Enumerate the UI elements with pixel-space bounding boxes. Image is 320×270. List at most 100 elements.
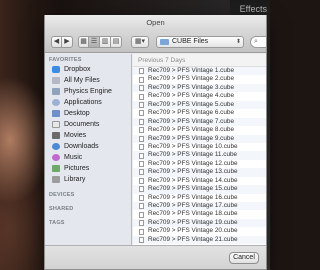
cube-file-icon xyxy=(139,228,144,235)
file-row[interactable]: Rec709 > PFS Vintage 1.cube xyxy=(133,67,266,76)
file-row[interactable]: Rec709 > PFS Vintage 7.cube xyxy=(133,117,266,127)
file-row[interactable]: Rec709 > PFS Vintage 10.cube xyxy=(133,143,266,151)
cancel-button[interactable]: Cancel xyxy=(229,252,259,264)
effects-panel-label: Effects xyxy=(239,4,267,14)
devices-header[interactable]: DEVICES xyxy=(45,189,131,199)
file-name: Rec709 > PFS Vintage 14.cube xyxy=(148,176,238,184)
cube-file-icon xyxy=(139,211,144,218)
file-row[interactable]: Rec709 > PFS Vintage 15.cube xyxy=(133,185,266,194)
cube-file-icon xyxy=(139,220,144,227)
folder-icon xyxy=(52,88,60,95)
cube-file-icon xyxy=(139,85,144,92)
sidebar-item-downloads[interactable]: Downloads xyxy=(45,141,131,152)
location-popup[interactable]: CUBE Files ⬍ xyxy=(156,36,244,48)
icon-view-button[interactable]: ▦ xyxy=(78,36,89,48)
dialog-bottom-bar: Cancel xyxy=(45,245,266,269)
cube-file-icon xyxy=(139,93,144,100)
file-row[interactable]: Rec709 > PFS Vintage 9.cube xyxy=(133,134,266,143)
sidebar-item-all-my-files[interactable]: All My Files xyxy=(45,75,131,86)
cube-file-icon xyxy=(139,186,144,193)
sidebar-item-applications[interactable]: Applications xyxy=(45,97,131,108)
movies-icon xyxy=(52,132,60,139)
sidebar-item-pictures[interactable]: Pictures xyxy=(45,163,131,174)
back-button[interactable]: ◀ xyxy=(51,36,62,48)
file-row[interactable]: Rec709 > PFS Vintage 14.cube xyxy=(133,176,266,185)
sidebar-item-label: Pictures xyxy=(64,165,90,172)
dropbox-icon xyxy=(52,66,60,73)
file-name: Rec709 > PFS Vintage 3.cube xyxy=(148,83,235,91)
cube-file-icon xyxy=(139,101,144,108)
cube-file-icon xyxy=(139,236,144,243)
shared-header[interactable]: SHARED xyxy=(45,203,131,213)
library-icon xyxy=(52,176,60,183)
sidebar-item-label: Downloads xyxy=(64,143,99,150)
file-row[interactable]: Rec709 > PFS Vintage 11.cube xyxy=(133,151,266,160)
sidebar-item-label: Documents xyxy=(64,121,100,128)
file-name: Rec709 > PFS Vintage 13.cube xyxy=(148,168,238,176)
arrange-button[interactable]: ▦▾ xyxy=(131,36,149,48)
sidebar-item-label: Movies xyxy=(64,132,87,139)
file-name: Rec709 > PFS Vintage 6.cube xyxy=(148,109,235,117)
all-files-icon xyxy=(52,77,60,84)
file-row[interactable]: Rec709 > PFS Vintage 21.cube xyxy=(133,235,266,245)
location-label: CUBE Files xyxy=(172,38,209,45)
file-row[interactable]: Rec709 > PFS Vintage 4.cube xyxy=(133,92,266,100)
file-row[interactable]: Rec709 > PFS Vintage 5.cube xyxy=(133,100,266,110)
sidebar-item-desktop[interactable]: Desktop xyxy=(45,108,131,119)
file-name: Rec709 > PFS Vintage 7.cube xyxy=(148,117,235,125)
file-row[interactable]: Rec709 > PFS Vintage 6.cube xyxy=(133,109,266,117)
sidebar-item-label: Dropbox xyxy=(64,66,91,73)
sidebar-item-dropbox[interactable]: Dropbox xyxy=(45,64,131,75)
sidebar-item-label: Library xyxy=(64,176,86,183)
applications-icon xyxy=(52,99,60,106)
dialog-title: Open xyxy=(45,15,266,31)
cube-file-icon xyxy=(139,152,144,159)
file-name: Rec709 > PFS Vintage 5.cube xyxy=(148,100,235,108)
cube-file-icon xyxy=(139,169,144,176)
file-name: Rec709 > PFS Vintage 2.cube xyxy=(148,75,235,83)
file-row[interactable]: Rec709 > PFS Vintage 17.cube xyxy=(133,202,266,211)
sidebar-item-music[interactable]: Music xyxy=(45,152,131,163)
cube-file-icon xyxy=(139,144,144,151)
search-field[interactable]: ⌕ xyxy=(250,36,266,48)
list-view-button[interactable]: ☰ xyxy=(89,36,100,48)
sidebar-item-physics-engine[interactable]: Physics Engine xyxy=(45,86,131,97)
documents-icon xyxy=(52,121,60,128)
sidebar-item-label: Physics Engine xyxy=(64,88,112,95)
cube-file-icon xyxy=(139,135,144,142)
file-name: Rec709 > PFS Vintage 15.cube xyxy=(148,185,238,193)
sidebar: FAVORITES Dropbox All My Files Physics E… xyxy=(45,54,132,245)
file-name: Rec709 > PFS Vintage 21.cube xyxy=(148,235,238,243)
coverflow-view-button[interactable]: ▤ xyxy=(111,36,122,48)
forward-button[interactable]: ▶ xyxy=(62,36,73,48)
sidebar-item-documents[interactable]: Documents xyxy=(45,119,131,130)
sidebar-item-label: Desktop xyxy=(64,110,90,117)
sidebar-item-movies[interactable]: Movies xyxy=(45,130,131,141)
cube-file-icon xyxy=(139,177,144,184)
sidebar-item-library[interactable]: Library xyxy=(45,174,131,185)
file-name: Rec709 > PFS Vintage 20.cube xyxy=(148,227,238,235)
popup-arrows-icon: ⬍ xyxy=(235,39,241,45)
column-view-button[interactable]: ▥ xyxy=(100,36,111,48)
sidebar-item-label: All My Files xyxy=(64,77,100,84)
pictures-icon xyxy=(52,165,60,172)
file-row[interactable]: Rec709 > PFS Vintage 19.cube xyxy=(133,218,266,228)
file-row[interactable]: Rec709 > PFS Vintage 13.cube xyxy=(133,168,266,177)
file-row[interactable]: Rec709 > PFS Vintage 18.cube xyxy=(133,210,266,218)
file-name: Rec709 > PFS Vintage 1.cube xyxy=(148,67,235,74)
file-list-section-header: Previous 7 Days xyxy=(133,54,266,67)
file-row[interactable]: Rec709 > PFS Vintage 8.cube xyxy=(133,126,266,134)
file-row[interactable]: Rec709 > PFS Vintage 3.cube xyxy=(133,83,266,93)
file-row[interactable]: Rec709 > PFS Vintage 2.cube xyxy=(133,75,266,83)
cube-file-icon xyxy=(139,194,144,201)
file-name: Rec709 > PFS Vintage 11.cube xyxy=(148,151,238,159)
file-row[interactable]: Rec709 > PFS Vintage 12.cube xyxy=(133,159,266,168)
cube-file-icon xyxy=(139,68,144,75)
file-name: Rec709 > PFS Vintage 18.cube xyxy=(148,210,238,218)
file-row[interactable]: Rec709 > PFS Vintage 20.cube xyxy=(133,227,266,235)
file-name: Rec709 > PFS Vintage 12.cube xyxy=(148,159,238,167)
favorites-header: FAVORITES xyxy=(49,57,82,63)
folder-icon xyxy=(160,39,169,45)
file-row[interactable]: Rec709 > PFS Vintage 16.cube xyxy=(133,194,266,202)
tags-header[interactable]: TAGS xyxy=(45,217,131,227)
